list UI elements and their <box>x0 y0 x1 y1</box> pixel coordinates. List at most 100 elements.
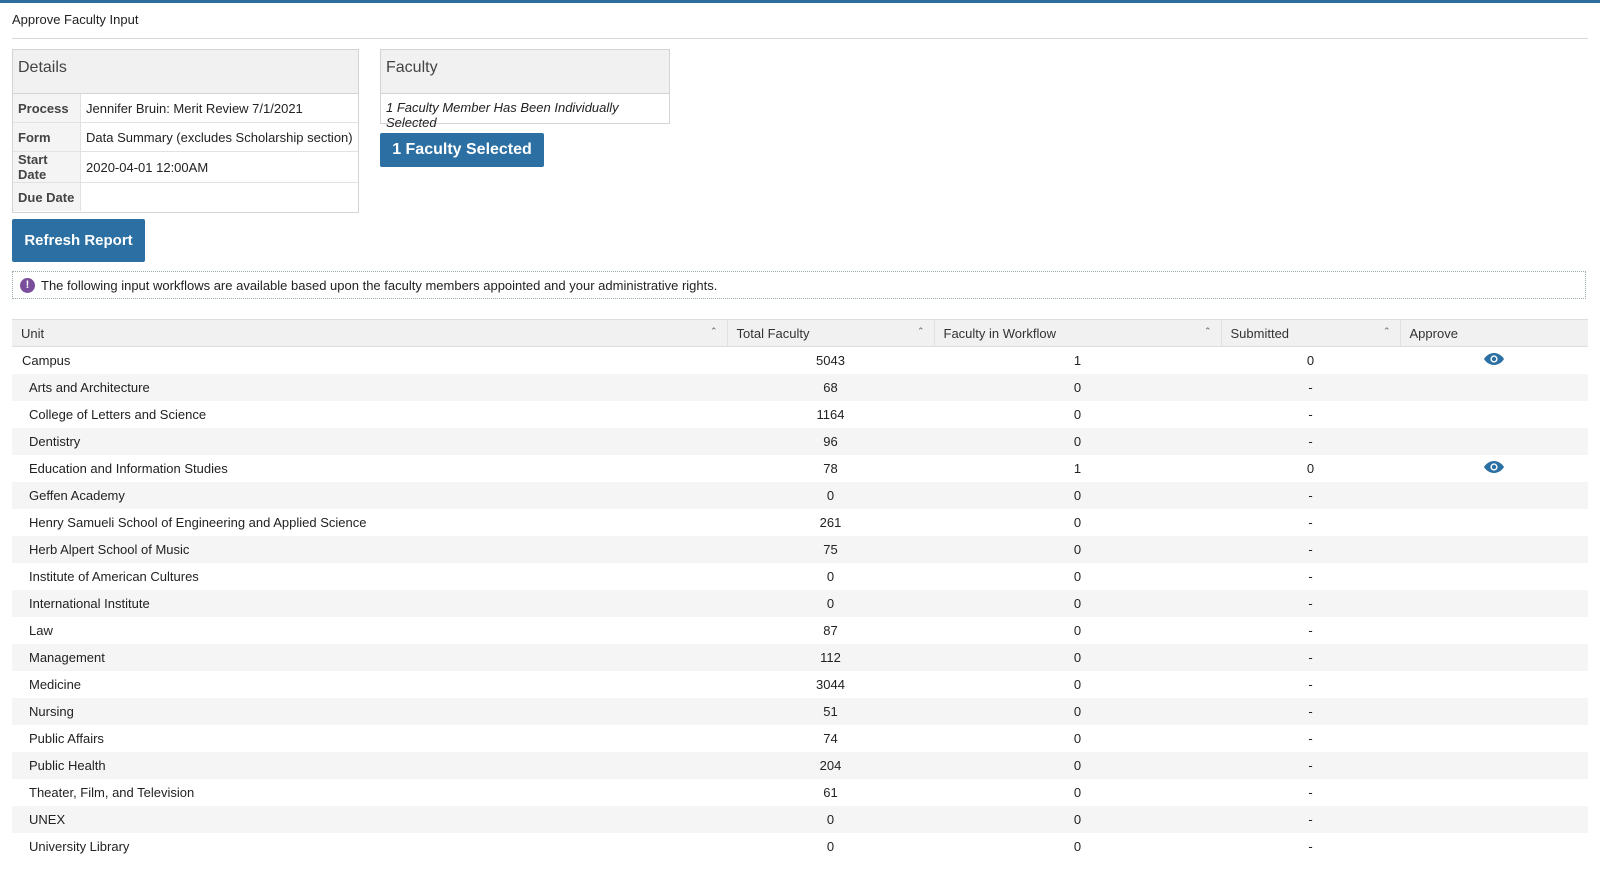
column-header-submitted[interactable]: Submitted ⌃ <box>1221 319 1401 347</box>
approve-cell <box>1400 806 1588 833</box>
total-faculty-cell: 75 <box>727 536 934 563</box>
column-header-faculty-in-workflow[interactable]: Faculty in Workflow ⌃ <box>934 319 1222 347</box>
unit-cell: Henry Samueli School of Engineering and … <box>29 515 367 530</box>
details-label: Due Date <box>13 182 81 211</box>
total-faculty-cell: 68 <box>727 374 934 401</box>
table-row: Geffen Academy 0 0- <box>12 482 1588 509</box>
submitted-cell: - <box>1221 536 1400 563</box>
faculty-in-workflow-cell: 0 <box>1073 785 1082 800</box>
details-label: Start Date <box>13 151 81 183</box>
submitted-cell: - <box>1308 515 1313 530</box>
table-row: College of Letters and Science 1164 0 - <box>12 401 1588 428</box>
total-faculty-cell: 87 <box>823 623 838 638</box>
faculty-in-workflow-cell: 0 <box>1073 407 1082 422</box>
submitted-cell: 0 <box>1306 461 1315 476</box>
total-faculty-cell: 0 <box>826 839 835 854</box>
unit-cell: Public Affairs <box>29 731 104 746</box>
sort-icon[interactable]: ⌃ <box>917 326 925 337</box>
table-row: Public Affairs 74 0 - <box>12 725 1588 752</box>
details-row-process: Process Jennifer Bruin: Merit Review 7/1… <box>13 94 358 123</box>
table-row: Herb Alpert School of Music 75 0- <box>12 536 1588 563</box>
top-accent-bar <box>0 0 1600 3</box>
unit-cell: Medicine <box>29 677 82 692</box>
sort-icon[interactable]: ⌃ <box>710 326 718 337</box>
approve-cell <box>1400 347 1588 375</box>
approve-cell <box>1400 536 1588 563</box>
sort-icon[interactable]: ⌃ <box>1383 326 1391 337</box>
faculty-heading: Faculty <box>381 50 669 94</box>
faculty-in-workflow-cell: 0 <box>934 536 1221 563</box>
total-faculty-cell: 0 <box>727 482 934 509</box>
approve-cell <box>1400 617 1588 644</box>
total-faculty-cell: 112 <box>727 644 934 671</box>
faculty-in-workflow-cell: 0 <box>1073 569 1082 584</box>
title-divider <box>12 38 1588 39</box>
total-faculty-cell: 96 <box>727 428 934 455</box>
approve-cell <box>1400 455 1588 482</box>
submitted-cell: - <box>1221 698 1400 725</box>
refresh-report-button[interactable]: Refresh Report <box>12 219 145 262</box>
submitted-cell: - <box>1221 644 1400 671</box>
details-panel: Details Process Jennifer Bruin: Merit Re… <box>12 49 359 213</box>
approve-cell <box>1400 698 1588 725</box>
faculty-in-workflow-cell: 0 <box>1073 677 1082 692</box>
submitted-cell: - <box>1221 590 1400 617</box>
details-value <box>80 182 358 211</box>
approve-cell <box>1400 779 1588 806</box>
faculty-panel: Faculty 1 Faculty Member Has Been Indivi… <box>380 49 670 130</box>
approve-cell <box>1400 482 1588 509</box>
approve-cell <box>1400 401 1588 428</box>
unit-cell: UNEX <box>12 806 727 833</box>
unit-cell: College of Letters and Science <box>29 407 207 422</box>
unit-cell: Public Health <box>12 752 727 779</box>
details-value: Data Summary (excludes Scholarship secti… <box>80 122 358 152</box>
faculty-in-workflow-cell: 0 <box>934 752 1221 779</box>
total-faculty-cell: 5043 <box>816 353 845 368</box>
approve-cell <box>1400 833 1588 860</box>
table-row: Theater, Film, and Television 61 0 - <box>12 779 1588 806</box>
faculty-in-workflow-cell: 0 <box>1073 839 1082 854</box>
table-row: Arts and Architecture 68 0- <box>12 374 1588 401</box>
submitted-cell: - <box>1308 407 1313 422</box>
faculty-in-workflow-cell: 0 <box>934 698 1221 725</box>
details-value: Jennifer Bruin: Merit Review 7/1/2021 <box>86 100 303 116</box>
submitted-cell: 0 <box>1306 353 1315 368</box>
faculty-in-workflow-cell: 0 <box>1073 623 1082 638</box>
unit-cell: Dentistry <box>12 428 727 455</box>
column-header-unit[interactable]: Unit ⌃ <box>12 319 728 347</box>
table-header-row: Unit ⌃ Total Faculty ⌃ Faculty in Workflow… <box>12 319 1588 347</box>
column-header-total-faculty[interactable]: Total Faculty ⌃ <box>727 319 935 347</box>
submitted-cell: - <box>1221 374 1400 401</box>
total-faculty-cell: 3044 <box>816 677 845 692</box>
table-row: Public Health 204 0- <box>12 752 1588 779</box>
approve-cell <box>1400 509 1588 536</box>
submitted-cell: - <box>1308 731 1313 746</box>
total-faculty-cell: 74 <box>823 731 838 746</box>
unit-cell: Education and Information Studies <box>29 461 228 476</box>
submitted-cell: - <box>1221 428 1400 455</box>
details-heading: Details <box>13 50 358 94</box>
table-row: Henry Samueli School of Engineering and … <box>12 509 1588 536</box>
view-approve-eye-icon[interactable] <box>1484 353 1504 368</box>
unit-cell: Law <box>29 623 53 638</box>
table-row: Law 87 0 - <box>12 617 1588 644</box>
faculty-in-workflow-cell: 0 <box>934 482 1221 509</box>
unit-cell: Institute of American Cultures <box>29 569 199 584</box>
details-value: 2020-04-01 12:00AM <box>80 151 358 183</box>
faculty-selected-button[interactable]: 1 Faculty Selected <box>380 133 544 167</box>
sort-icon[interactable]: ⌃ <box>1204 326 1212 337</box>
unit-cell: University Library <box>29 839 130 854</box>
approve-cell <box>1400 590 1588 617</box>
total-faculty-cell: 204 <box>727 752 934 779</box>
unit-cell: International Institute <box>12 590 727 617</box>
table-row: Medicine 3044 0 - <box>12 671 1588 698</box>
table-row: Institute of American Cultures 0 0 - <box>12 563 1588 590</box>
view-approve-eye-icon[interactable] <box>1484 461 1504 476</box>
table-row: International Institute 0 0- <box>12 590 1588 617</box>
table-row: Dentistry 96 0- <box>12 428 1588 455</box>
total-faculty-cell: 1164 <box>816 407 845 422</box>
info-icon: ! <box>20 277 35 293</box>
unit-cell: Nursing <box>12 698 727 725</box>
table-row: University Library 0 0 - <box>12 833 1588 860</box>
approve-cell <box>1400 752 1588 779</box>
